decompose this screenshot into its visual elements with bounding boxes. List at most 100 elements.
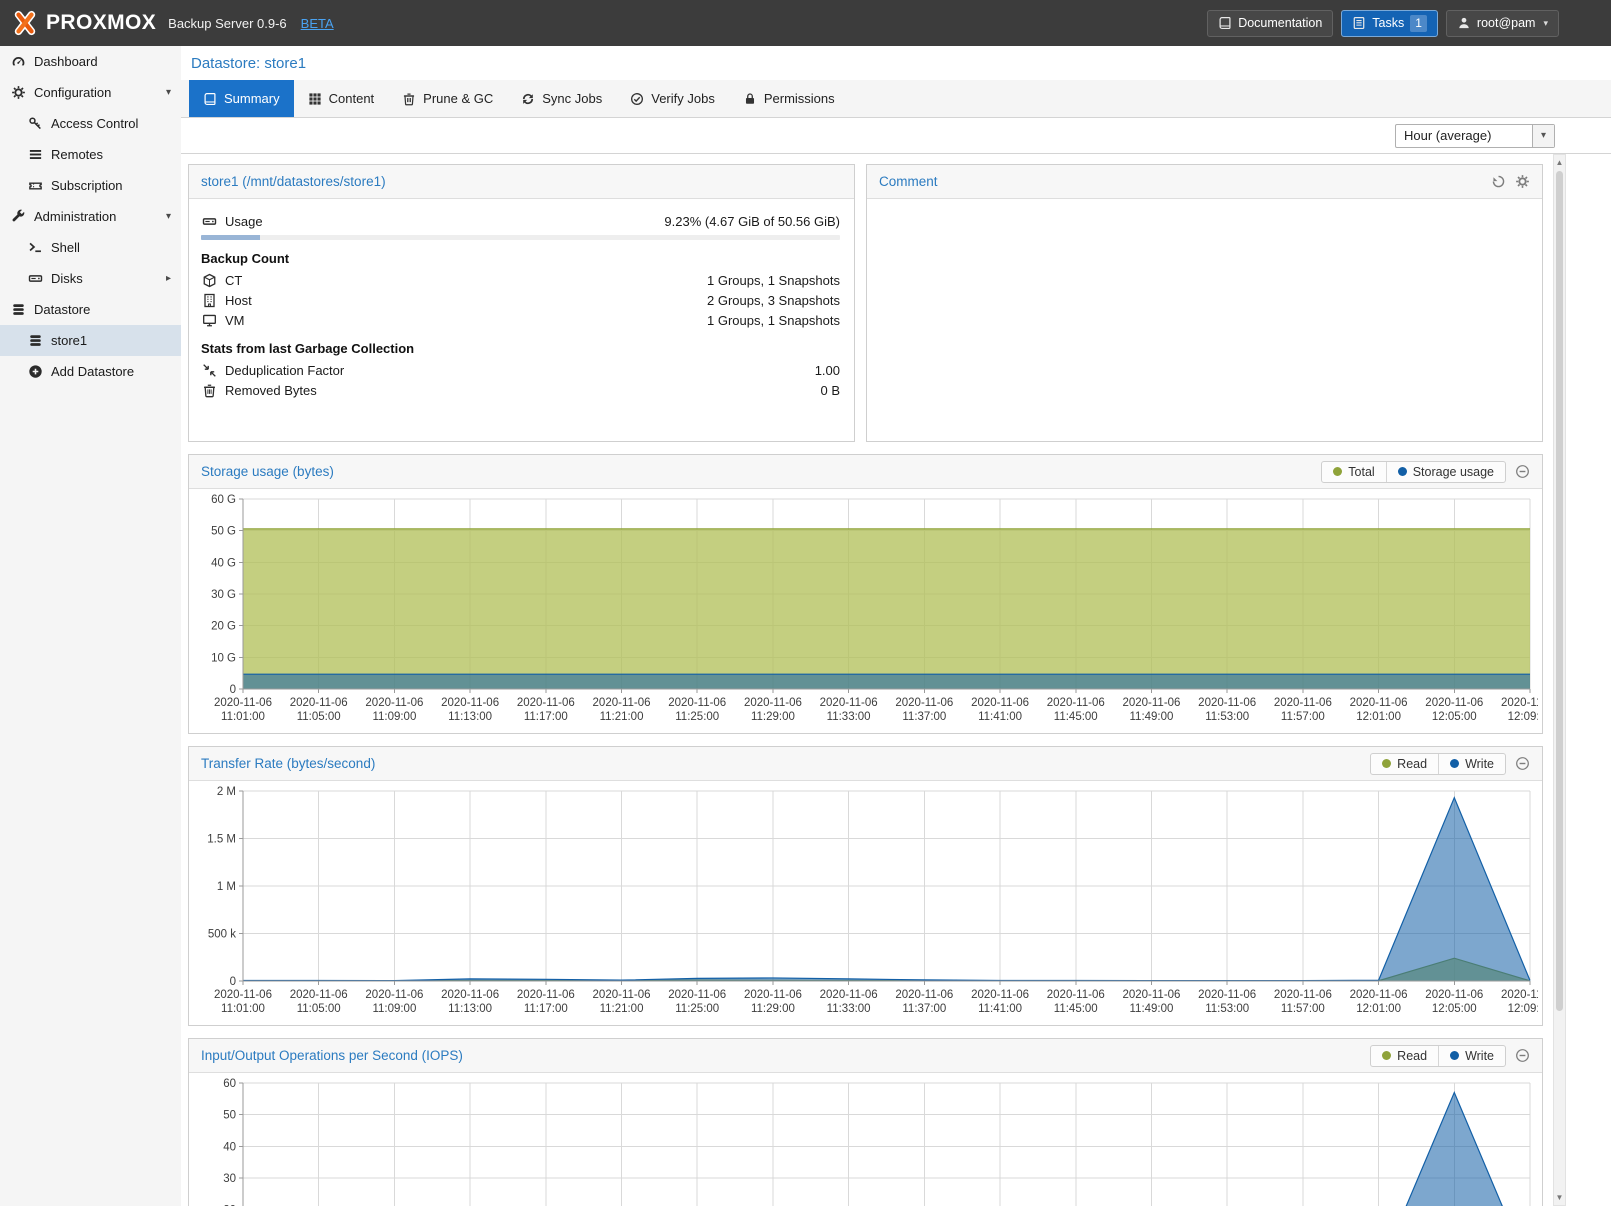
sync-icon: [521, 92, 535, 106]
timeframe-value: Hour (average): [1396, 128, 1532, 143]
panel-title: store1 (/mnt/datastores/store1): [201, 174, 386, 189]
svg-text:2020-11-06: 2020-11-06: [1198, 697, 1256, 709]
panel-header: store1 (/mnt/datastores/store1): [189, 165, 854, 199]
legend-item-storage-usage[interactable]: Storage usage: [1386, 462, 1505, 482]
legend-dot: [1382, 759, 1391, 768]
chevron-down-icon[interactable]: ▾: [166, 87, 171, 98]
timeframe-combobox[interactable]: Hour (average) ▾: [1395, 124, 1555, 148]
tab-verify-jobs[interactable]: Verify Jobs: [616, 80, 729, 117]
svg-text:60 G: 60 G: [211, 494, 236, 506]
database-icon: [10, 302, 26, 317]
legend-label: Total: [1348, 465, 1374, 479]
legend-item-read[interactable]: Read: [1371, 754, 1438, 774]
documentation-label: Documentation: [1238, 16, 1322, 30]
svg-text:11:25:00: 11:25:00: [675, 1003, 719, 1015]
dedup-row: Deduplication Factor 1.00: [201, 360, 840, 380]
svg-text:11:53:00: 11:53:00: [1205, 1003, 1249, 1015]
storage-usage-chart: 010 G20 G30 G40 G50 G60 G2020-11-0611:01…: [193, 491, 1538, 729]
chevron-down-icon[interactable]: ▾: [166, 211, 171, 222]
transfer-rate-panel: Transfer Rate (bytes/second) Read Write: [188, 746, 1543, 1026]
sidebar-item-administration[interactable]: Administration ▾: [0, 201, 181, 232]
tasks-label: Tasks: [1372, 16, 1404, 30]
vm-label: VM: [225, 313, 245, 328]
legend-item-total[interactable]: Total: [1322, 462, 1385, 482]
main-content: Datastore: store1 Summary Content Prune …: [181, 46, 1611, 1206]
tab-label: Verify Jobs: [651, 91, 715, 106]
chevron-down-icon[interactable]: ▾: [1532, 125, 1554, 147]
sidebar-item-remotes[interactable]: Remotes: [0, 139, 181, 170]
svg-text:20 G: 20 G: [211, 621, 236, 633]
vm-row: VM 1 Groups, 1 Snapshots: [201, 310, 840, 330]
svg-text:11:37:00: 11:37:00: [902, 711, 946, 723]
svg-text:11:01:00: 11:01:00: [221, 1003, 265, 1015]
sidebar-item-dashboard[interactable]: Dashboard: [0, 46, 181, 77]
svg-text:11:09:00: 11:09:00: [372, 711, 416, 723]
tab-sync-jobs[interactable]: Sync Jobs: [507, 80, 616, 117]
usage-progressbar: [201, 235, 840, 240]
sidebar-item-shell[interactable]: Shell: [0, 232, 181, 263]
removed-bytes-value: 0 B: [820, 383, 840, 398]
svg-text:2020-11-06: 2020-11-06: [668, 697, 726, 709]
panel-header: Input/Output Operations per Second (IOPS…: [189, 1039, 1542, 1073]
chart-body: 010 G20 G30 G40 G50 G60 G2020-11-0611:01…: [189, 489, 1542, 731]
svg-text:0: 0: [230, 684, 236, 696]
sidebar-item-disks[interactable]: Disks ▸: [0, 263, 181, 294]
host-row: Host 2 Groups, 3 Snapshots: [201, 290, 840, 310]
svg-text:12:05:00: 12:05:00: [1432, 1003, 1477, 1015]
comment-body[interactable]: [867, 199, 1542, 211]
ct-value: 1 Groups, 1 Snapshots: [707, 273, 840, 288]
collapse-panel-icon[interactable]: [1515, 1048, 1530, 1063]
gear-icon[interactable]: [1515, 174, 1530, 189]
svg-text:11:45:00: 11:45:00: [1054, 711, 1098, 723]
panel-body: Usage 9.23% (4.67 GiB of 50.56 GiB) Back…: [189, 199, 854, 400]
tasks-button[interactable]: Tasks 1: [1341, 10, 1438, 37]
legend-item-read[interactable]: Read: [1371, 1046, 1438, 1066]
svg-text:11:45:00: 11:45:00: [1054, 1003, 1098, 1015]
sidebar-item-subscription[interactable]: Subscription: [0, 170, 181, 201]
collapse-panel-icon[interactable]: [1515, 756, 1530, 771]
sidebar-item-datastore[interactable]: Datastore: [0, 294, 181, 325]
sidebar-item-access-control[interactable]: Access Control: [0, 108, 181, 139]
tab-permissions[interactable]: Permissions: [729, 80, 849, 117]
svg-text:2020-11-06: 2020-11-06: [744, 989, 802, 1001]
tab-prune-gc[interactable]: Prune & GC: [388, 80, 507, 117]
svg-text:30: 30: [223, 1173, 236, 1185]
tab-summary[interactable]: Summary: [189, 80, 294, 117]
beta-link[interactable]: BETA: [301, 16, 334, 31]
svg-text:2020-11-06: 2020-11-06: [668, 989, 726, 1001]
panel-tools: Read Write: [1370, 1045, 1530, 1067]
documentation-button[interactable]: Documentation: [1207, 10, 1333, 37]
tab-label: Content: [329, 91, 375, 106]
chevron-right-icon[interactable]: ▸: [166, 273, 171, 284]
svg-text:11:41:00: 11:41:00: [978, 711, 1022, 723]
trash-icon: [402, 92, 416, 106]
user-menu-button[interactable]: root@pam ▾: [1446, 10, 1559, 37]
scroll-up-arrow[interactable]: ▲: [1554, 158, 1565, 167]
svg-text:500 k: 500 k: [208, 929, 236, 941]
svg-text:11:21:00: 11:21:00: [600, 1003, 644, 1015]
panel-header: Comment: [867, 165, 1542, 199]
collapse-panel-icon[interactable]: [1515, 464, 1530, 479]
scroll-down-arrow[interactable]: ▼: [1554, 1193, 1565, 1202]
vertical-scrollbar[interactable]: ▲ ▼: [1553, 154, 1566, 1206]
sidebar-item-label: Add Datastore: [51, 364, 134, 379]
legend-item-write[interactable]: Write: [1438, 1046, 1505, 1066]
page-title: Datastore: store1: [181, 46, 1611, 80]
svg-text:2020-11-06: 2020-11-06: [441, 989, 499, 1001]
sidebar-item-store1[interactable]: store1: [0, 325, 181, 356]
sidebar-item-add-datastore[interactable]: Add Datastore: [0, 356, 181, 387]
svg-text:2020-11-06: 2020-11-06: [744, 697, 802, 709]
tab-content[interactable]: Content: [294, 80, 389, 117]
removed-bytes-label: Removed Bytes: [225, 383, 317, 398]
legend-item-write[interactable]: Write: [1438, 754, 1505, 774]
svg-text:2020-11-06: 2020-11-06: [441, 697, 499, 709]
scrollbar-thumb[interactable]: [1556, 171, 1563, 1011]
svg-text:12:05:00: 12:05:00: [1432, 711, 1477, 723]
sidebar-item-configuration[interactable]: Configuration ▾: [0, 77, 181, 108]
check-circle-icon: [630, 92, 644, 106]
svg-text:2020-11-06: 2020-11-06: [1274, 697, 1332, 709]
refresh-icon[interactable]: [1491, 174, 1506, 189]
svg-text:11:01:00: 11:01:00: [221, 711, 265, 723]
svg-text:2020-11-06: 2020-11-06: [1122, 989, 1180, 1001]
svg-text:50 G: 50 G: [211, 526, 236, 538]
